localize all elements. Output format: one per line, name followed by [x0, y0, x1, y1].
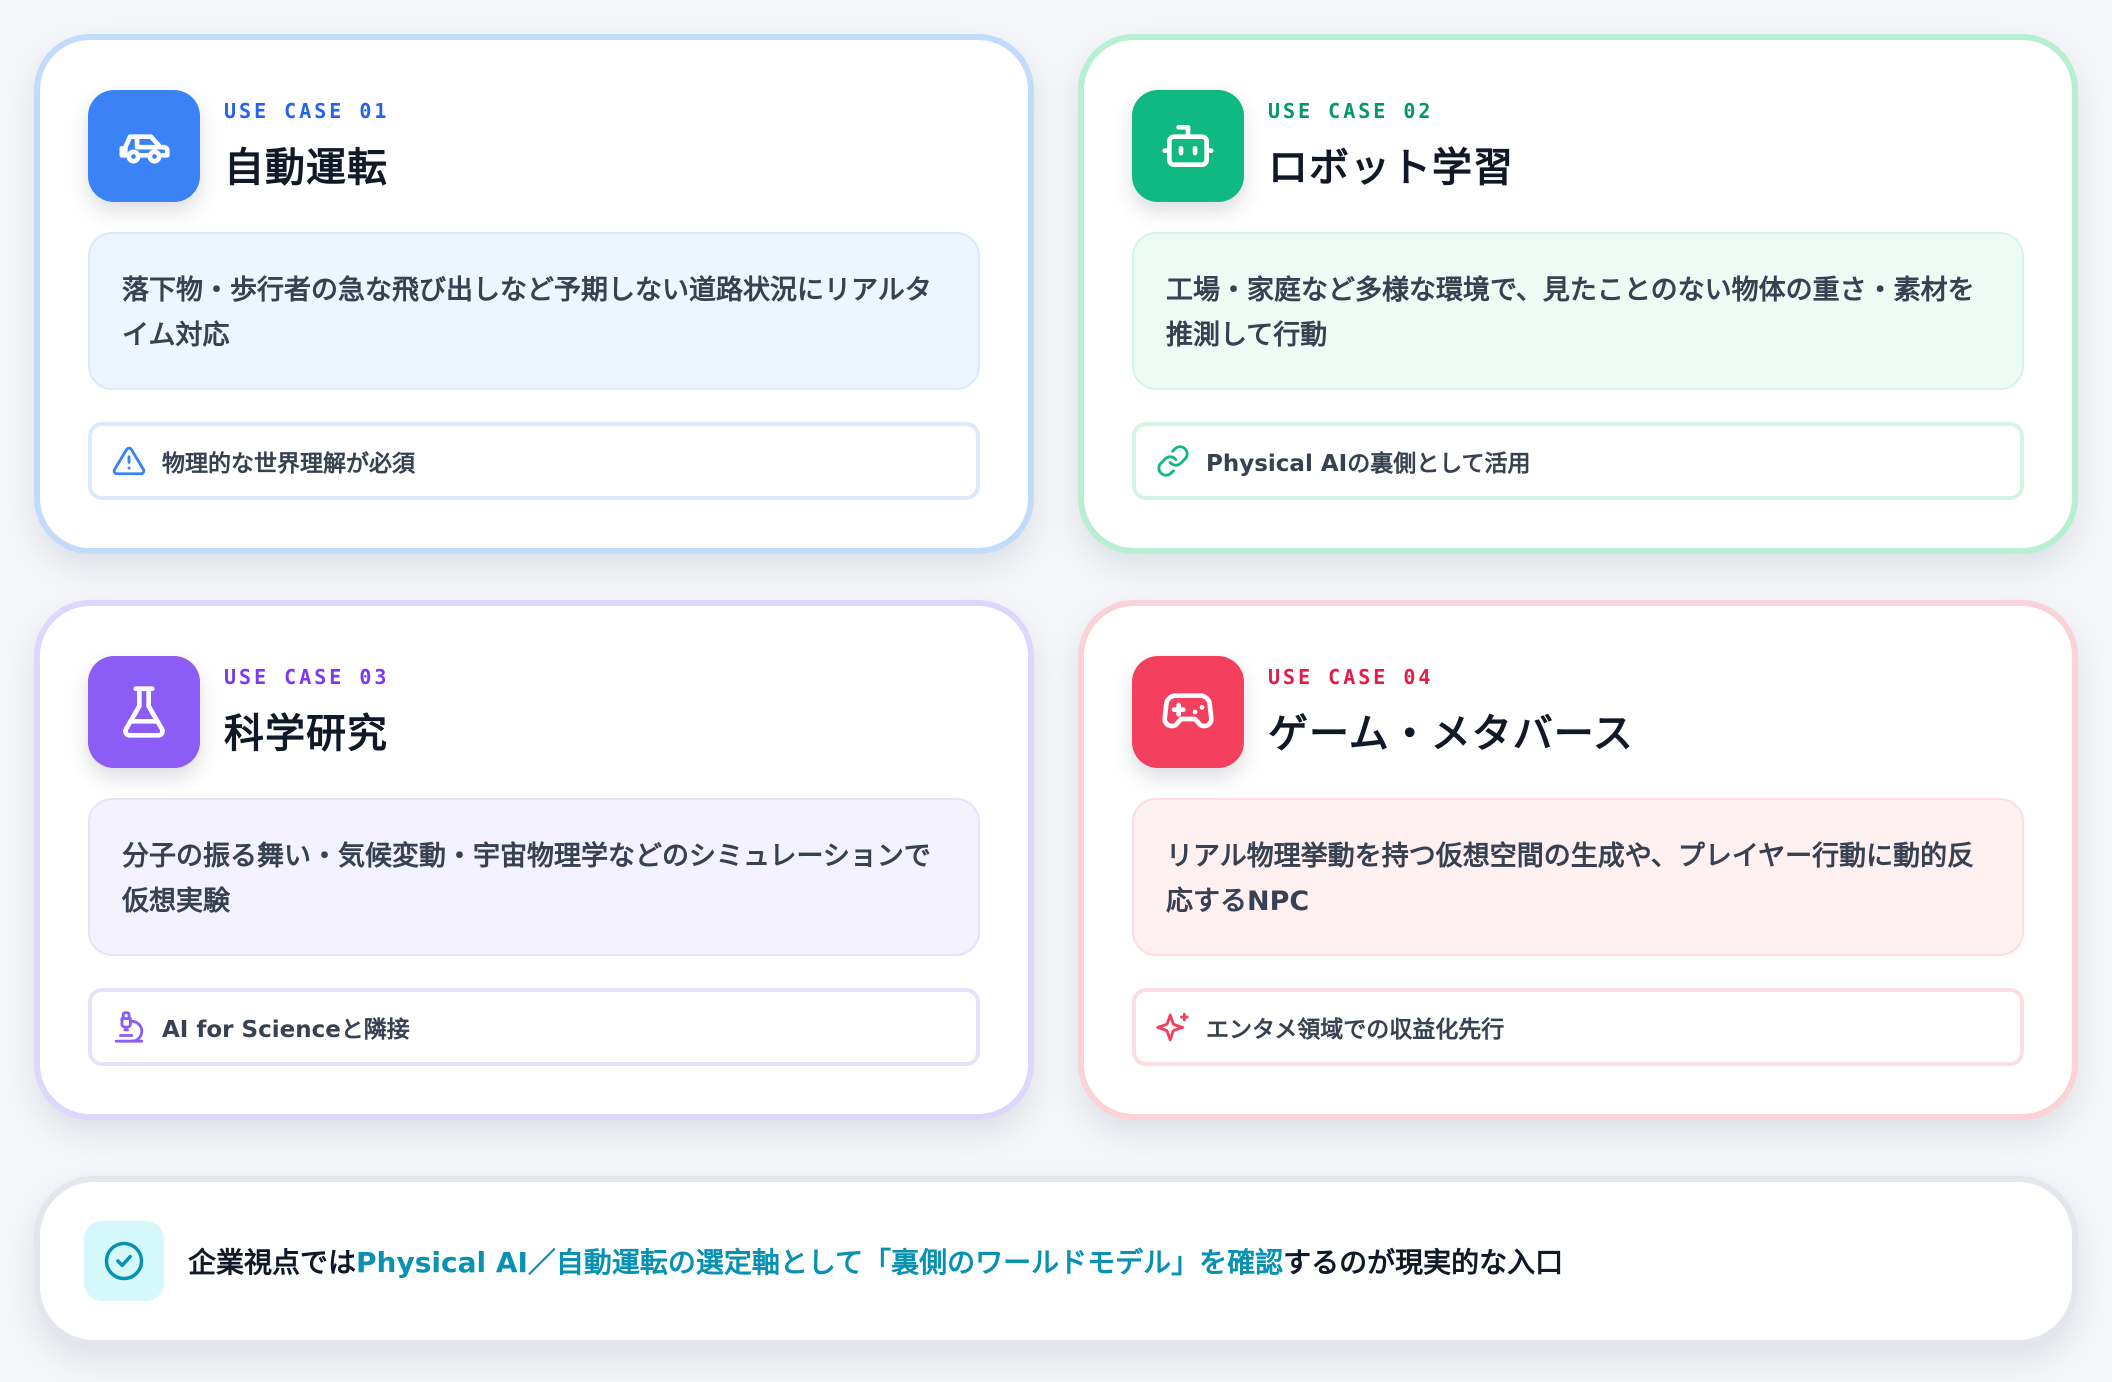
use-case-number: USE CASE 04 — [1268, 665, 1434, 689]
summary-banner: 企業視点ではPhysical AI／自動運転の選定軸として「裏側のワールドモデル… — [34, 1176, 2078, 1346]
link-icon — [1157, 445, 1189, 477]
use-case-card-robot-learning: USE CASE 02 ロボット学習 工場・家庭など多様な環境で、見たことのない… — [1078, 34, 2078, 554]
use-case-number: USE CASE 02 — [1268, 99, 1434, 123]
car-icon — [88, 90, 200, 202]
use-case-title: 自動運転 — [224, 145, 388, 191]
summary-highlight: Physical AI／自動運転の選定軸として「裏側のワールドモデル」を確認 — [356, 1246, 1284, 1279]
robot-icon — [1132, 90, 1244, 202]
check-circle-icon — [84, 1221, 164, 1301]
card-header: USE CASE 01 自動運転 — [88, 90, 980, 202]
use-case-tag-label: エンタメ領域での収益化先行 — [1206, 1017, 1505, 1043]
summary-prefix: 企業視点では — [188, 1246, 357, 1279]
use-case-tag: Physical AIの裏側として活用 — [1132, 422, 2024, 500]
flask-icon — [88, 656, 200, 768]
gamepad-icon — [1132, 656, 1244, 768]
use-case-number: USE CASE 03 — [224, 665, 390, 689]
use-case-grid: USE CASE 01 自動運転 落下物・歩行者の急な飛び出しなど予期しない道路… — [34, 34, 2078, 1120]
use-case-tag-label: AI for Scienceと隣接 — [162, 1017, 410, 1043]
use-case-tag: エンタメ領域での収益化先行 — [1132, 988, 2024, 1066]
card-header: USE CASE 04 ゲーム・メタバース — [1132, 656, 2024, 768]
card-header: USE CASE 03 科学研究 — [88, 656, 980, 768]
use-case-description: 工場・家庭など多様な環境で、見たことのない物体の重さ・素材を推測して行動 — [1132, 232, 2024, 390]
use-case-number: USE CASE 01 — [224, 99, 390, 123]
sparkles-icon — [1156, 1012, 1189, 1042]
use-case-tag-label: Physical AIの裏側として活用 — [1206, 451, 1531, 477]
use-case-description: 分子の振る舞い・気候変動・宇宙物理学などのシミュレーションで仮想実験 — [88, 798, 980, 956]
summary-suffix: するのが現実的な入口 — [1283, 1246, 1564, 1279]
card-header: USE CASE 02 ロボット学習 — [1132, 90, 2024, 202]
warning-icon — [112, 446, 146, 476]
use-case-description: 落下物・歩行者の急な飛び出しなど予期しない道路状況にリアルタイム対応 — [88, 232, 980, 390]
use-case-title: 科学研究 — [224, 711, 388, 757]
use-case-card-science-research: USE CASE 03 科学研究 分子の振る舞い・気候変動・宇宙物理学などのシミ… — [34, 600, 1034, 1120]
use-case-card-game-metaverse: USE CASE 04 ゲーム・メタバース リアル物理挙動を持つ仮想空間の生成や… — [1078, 600, 2078, 1120]
microscope-icon — [114, 1011, 144, 1043]
use-case-card-autonomous-driving: USE CASE 01 自動運転 落下物・歩行者の急な飛び出しなど予期しない道路… — [34, 34, 1034, 554]
summary-message: 企業視点ではPhysical AI／自動運転の選定軸として「裏側のワールドモデル… — [188, 1241, 1563, 1281]
use-case-tag-label: 物理的な世界理解が必須 — [162, 451, 415, 477]
use-case-title: ロボット学習 — [1268, 145, 1514, 191]
use-case-tag: AI for Scienceと隣接 — [88, 988, 980, 1066]
use-case-description: リアル物理挙動を持つ仮想空間の生成や、プレイヤー行動に動的反応するNPC — [1132, 798, 2024, 956]
use-case-tag: 物理的な世界理解が必須 — [88, 422, 980, 500]
use-case-title: ゲーム・メタバース — [1268, 711, 1634, 757]
